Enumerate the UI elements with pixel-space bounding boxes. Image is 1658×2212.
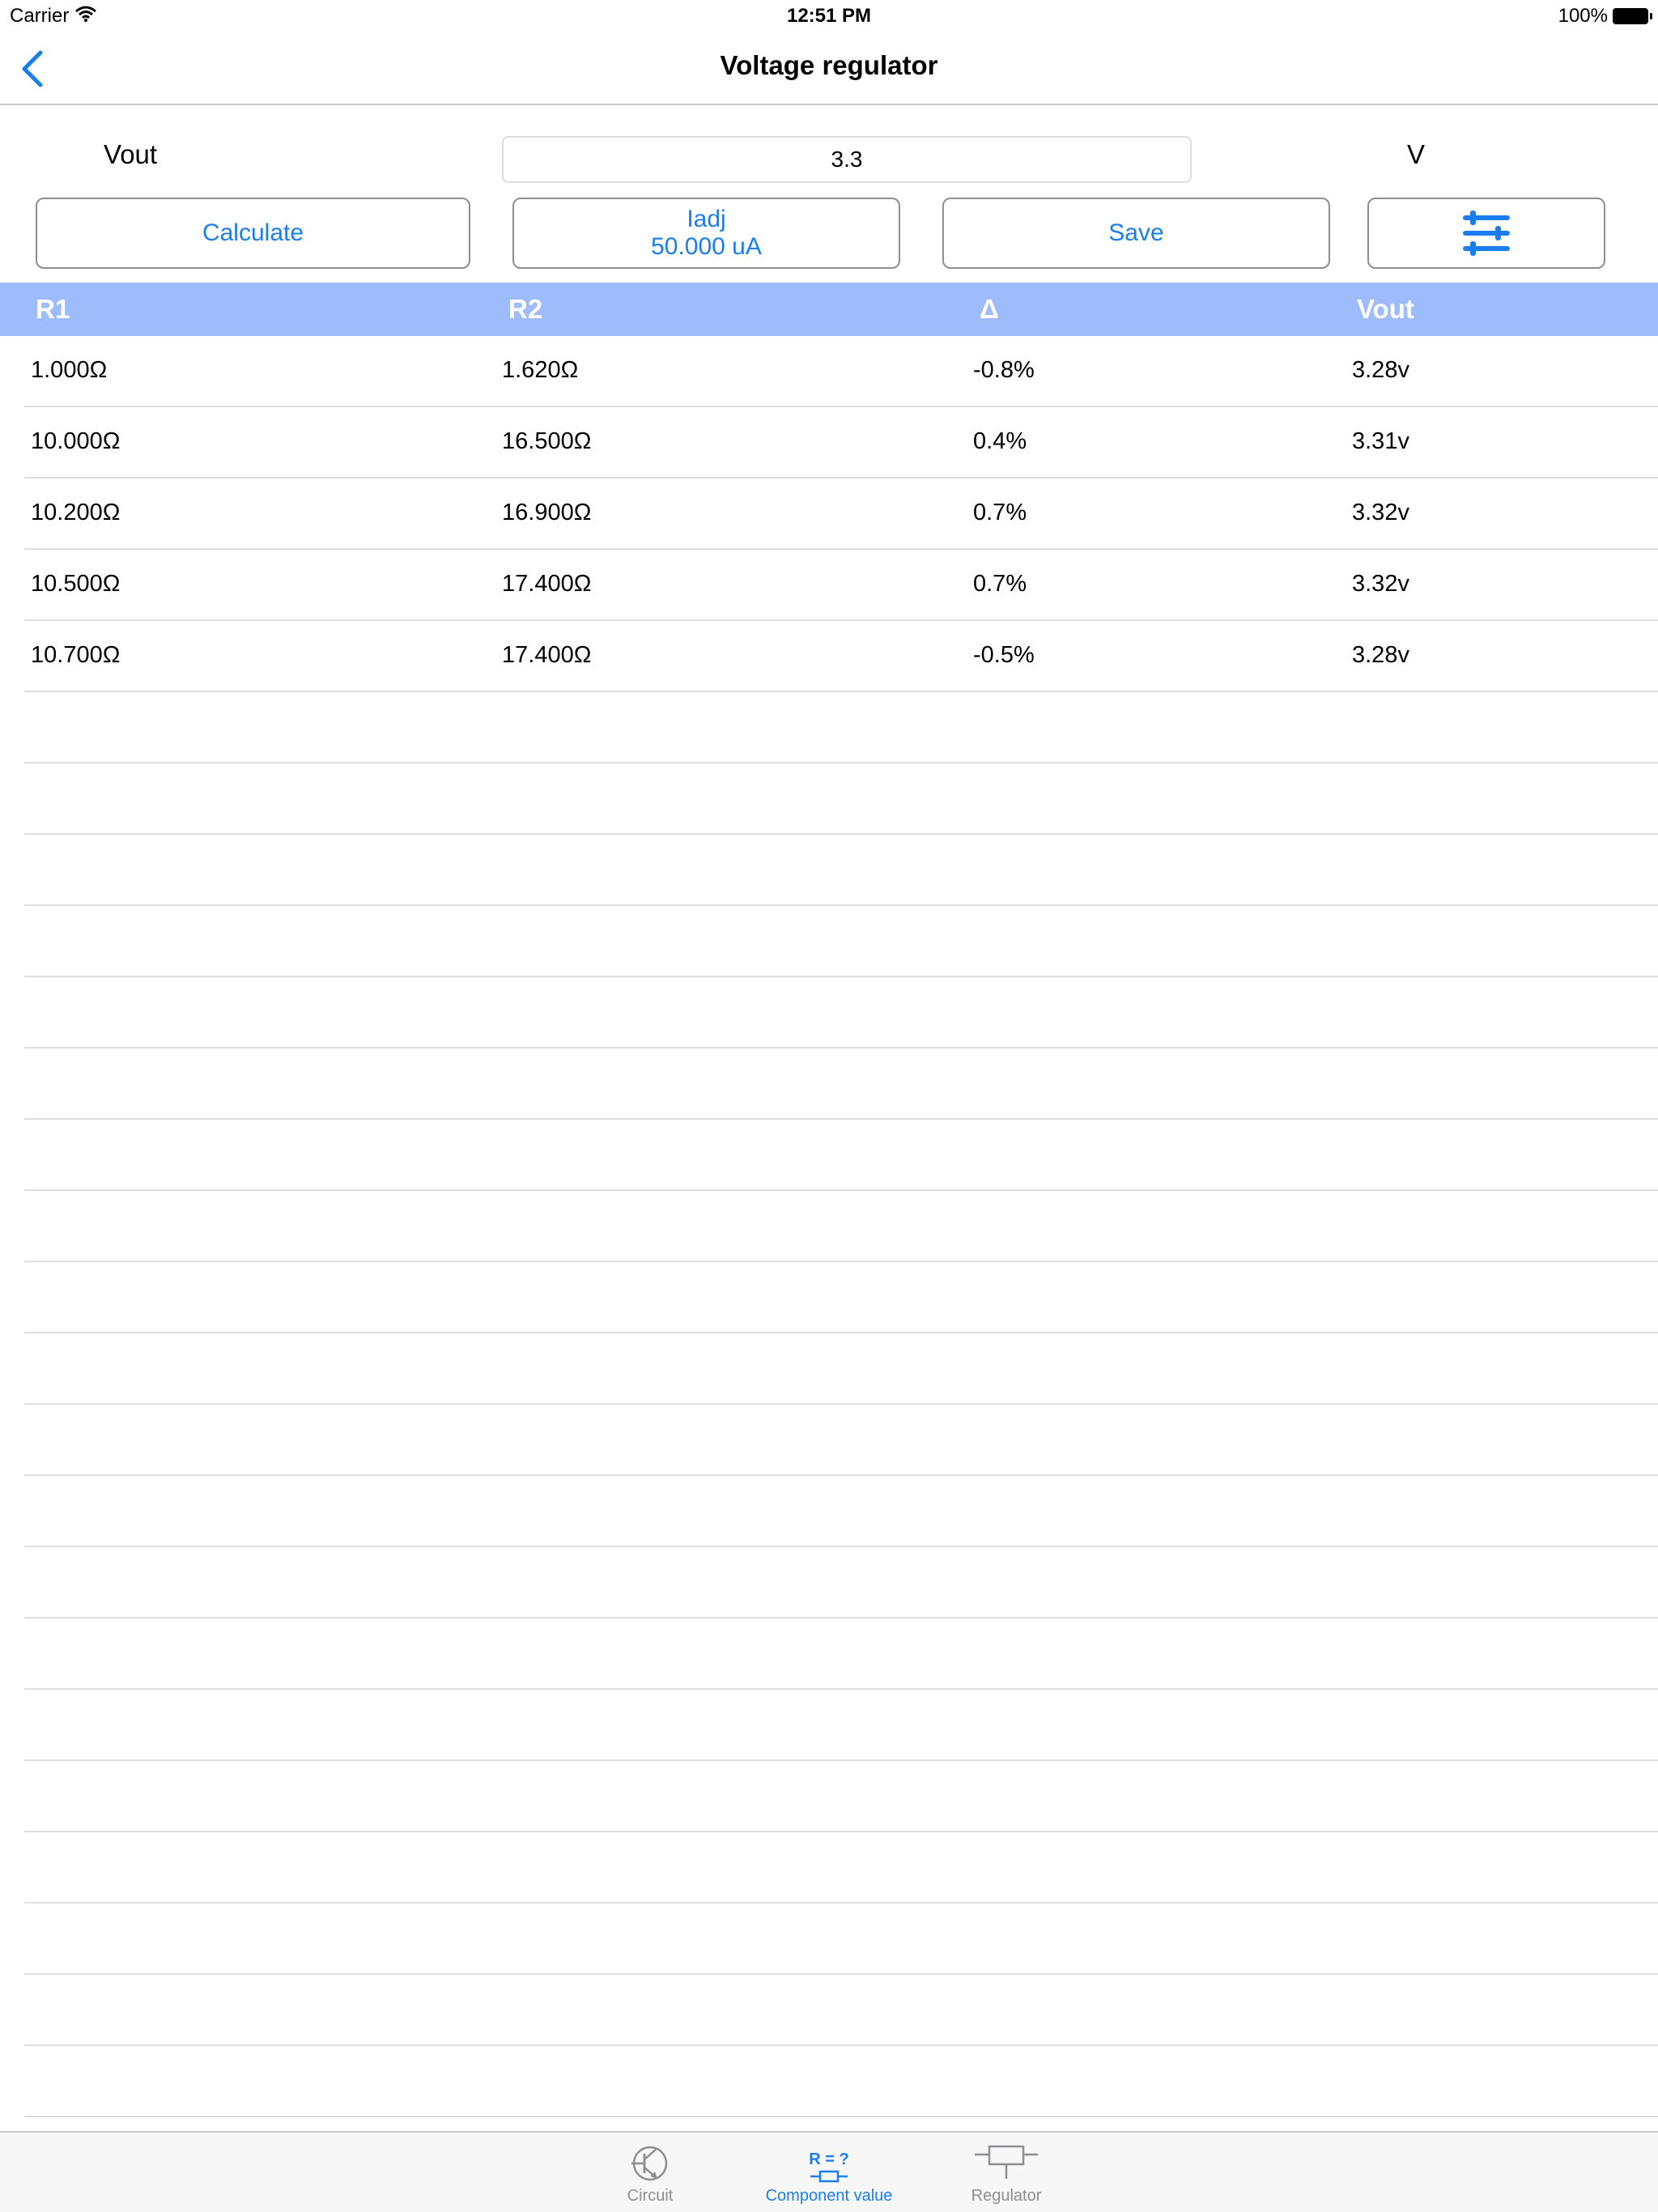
empty-row-separator (24, 906, 1658, 977)
empty-row-separator (24, 1405, 1658, 1476)
regulator-icon (975, 2145, 1038, 2179)
cell-delta: -0.8% (973, 357, 1035, 383)
empty-row-separator (24, 1191, 1658, 1262)
iadj-button-value: 50.000 uA (651, 233, 762, 260)
header-r2: R2 (508, 294, 543, 324)
vout-label: Vout (104, 139, 158, 169)
resistor-value-icon-text: R = ? (809, 2150, 849, 2168)
empty-row-separator (24, 1690, 1658, 1761)
tab-circuit[interactable]: Circuit (561, 2136, 739, 2210)
empty-row-separator (24, 1975, 1658, 2046)
cell-vout: 3.28v (1352, 357, 1409, 383)
cell-r2: 16.900Ω (502, 500, 592, 525)
results-table: 1.000Ω 1.620Ω -0.8% 3.28v 10.000Ω 16.500… (0, 336, 1658, 692)
empty-row-separator (24, 1476, 1658, 1547)
empty-row-separator (24, 2046, 1658, 2117)
table-row[interactable]: 10.700Ω 17.400Ω -0.5% 3.28v (24, 621, 1658, 692)
cell-delta: 0.7% (973, 500, 1027, 525)
cell-delta: 0.4% (973, 428, 1027, 454)
empty-row-separator (24, 1761, 1658, 1832)
header-vout: Vout (1357, 294, 1414, 324)
tab-component-value-label: Component value (765, 2187, 893, 2205)
cell-delta: 0.7% (973, 571, 1027, 597)
empty-row-separator (24, 1904, 1658, 1975)
status-bar: Carrier 12:51 PM 100% (0, 0, 1658, 32)
save-button[interactable]: Save (942, 198, 1330, 269)
cell-r2: 17.400Ω (502, 571, 592, 597)
table-row[interactable]: 10.200Ω 16.900Ω 0.7% 3.32v (24, 479, 1658, 550)
cell-r1: 10.000Ω (31, 428, 121, 454)
empty-row-separator (24, 1619, 1658, 1690)
transistor-icon (631, 2146, 668, 2181)
cell-vout: 3.32v (1352, 500, 1409, 525)
cell-r1: 10.200Ω (31, 500, 121, 525)
empty-row-separator (24, 1049, 1658, 1120)
page-title: Voltage regulator (720, 50, 938, 80)
header-r1: R1 (36, 294, 70, 324)
empty-row-separator (24, 1547, 1658, 1619)
navigation-bar: Voltage regulator (0, 32, 1658, 105)
resistor-value-icon: R = ? (809, 2150, 849, 2184)
table-header: R1 R2 Δ Vout (0, 283, 1658, 336)
tab-regulator[interactable]: Regulator (917, 2136, 1095, 2210)
empty-row-separator (24, 1120, 1658, 1191)
iadj-button-label: Iadj (687, 205, 726, 232)
empty-row-separator (24, 1262, 1658, 1334)
empty-row-separator (24, 1832, 1658, 1904)
settings-button[interactable] (1367, 198, 1605, 269)
empty-table-area (24, 692, 1658, 2117)
table-row[interactable]: 10.000Ω 16.500Ω 0.4% 3.31v (24, 407, 1658, 479)
empty-row-separator (24, 692, 1658, 764)
tab-circuit-label: Circuit (627, 2187, 674, 2205)
battery-icon (1613, 8, 1652, 24)
cell-vout: 3.32v (1352, 571, 1409, 597)
cell-r1: 10.500Ω (31, 571, 121, 597)
battery-indicator: 100% (1558, 5, 1652, 28)
cell-vout: 3.28v (1352, 642, 1409, 668)
table-row[interactable]: 1.000Ω 1.620Ω -0.8% 3.28v (24, 336, 1658, 407)
cell-vout: 3.31v (1352, 428, 1409, 454)
cell-r2: 16.500Ω (502, 428, 592, 454)
cell-r2: 17.400Ω (502, 642, 592, 668)
cell-r2: 1.620Ω (502, 357, 579, 383)
tab-bar: Circuit R = ? Component value Regulator (0, 2131, 1658, 2212)
battery-percent: 100% (1558, 5, 1608, 27)
save-button-label: Save (1108, 219, 1164, 246)
empty-row-separator (24, 835, 1658, 906)
empty-row-separator (24, 977, 1658, 1049)
empty-row-separator (24, 1334, 1658, 1405)
status-time: 12:51 PM (786, 5, 872, 27)
calculate-button[interactable]: Calculate (36, 198, 470, 269)
unit-label: V (1407, 139, 1426, 169)
tab-component-value[interactable]: R = ? Component value (740, 2136, 918, 2210)
header-delta: Δ (980, 294, 999, 324)
cell-r1: 10.700Ω (31, 642, 121, 668)
empty-row-separator (24, 764, 1658, 835)
cell-delta: -0.5% (973, 642, 1035, 668)
vout-input[interactable] (502, 136, 1192, 183)
table-row[interactable]: 10.500Ω 17.400Ω 0.7% 3.32v (24, 550, 1658, 621)
cell-r1: 1.000Ω (31, 357, 108, 383)
calculate-button-label: Calculate (202, 219, 304, 246)
sliders-icon (1463, 211, 1510, 256)
iadj-button[interactable]: Iadj 50.000 uA (512, 198, 900, 269)
tab-regulator-label: Regulator (971, 2187, 1042, 2205)
